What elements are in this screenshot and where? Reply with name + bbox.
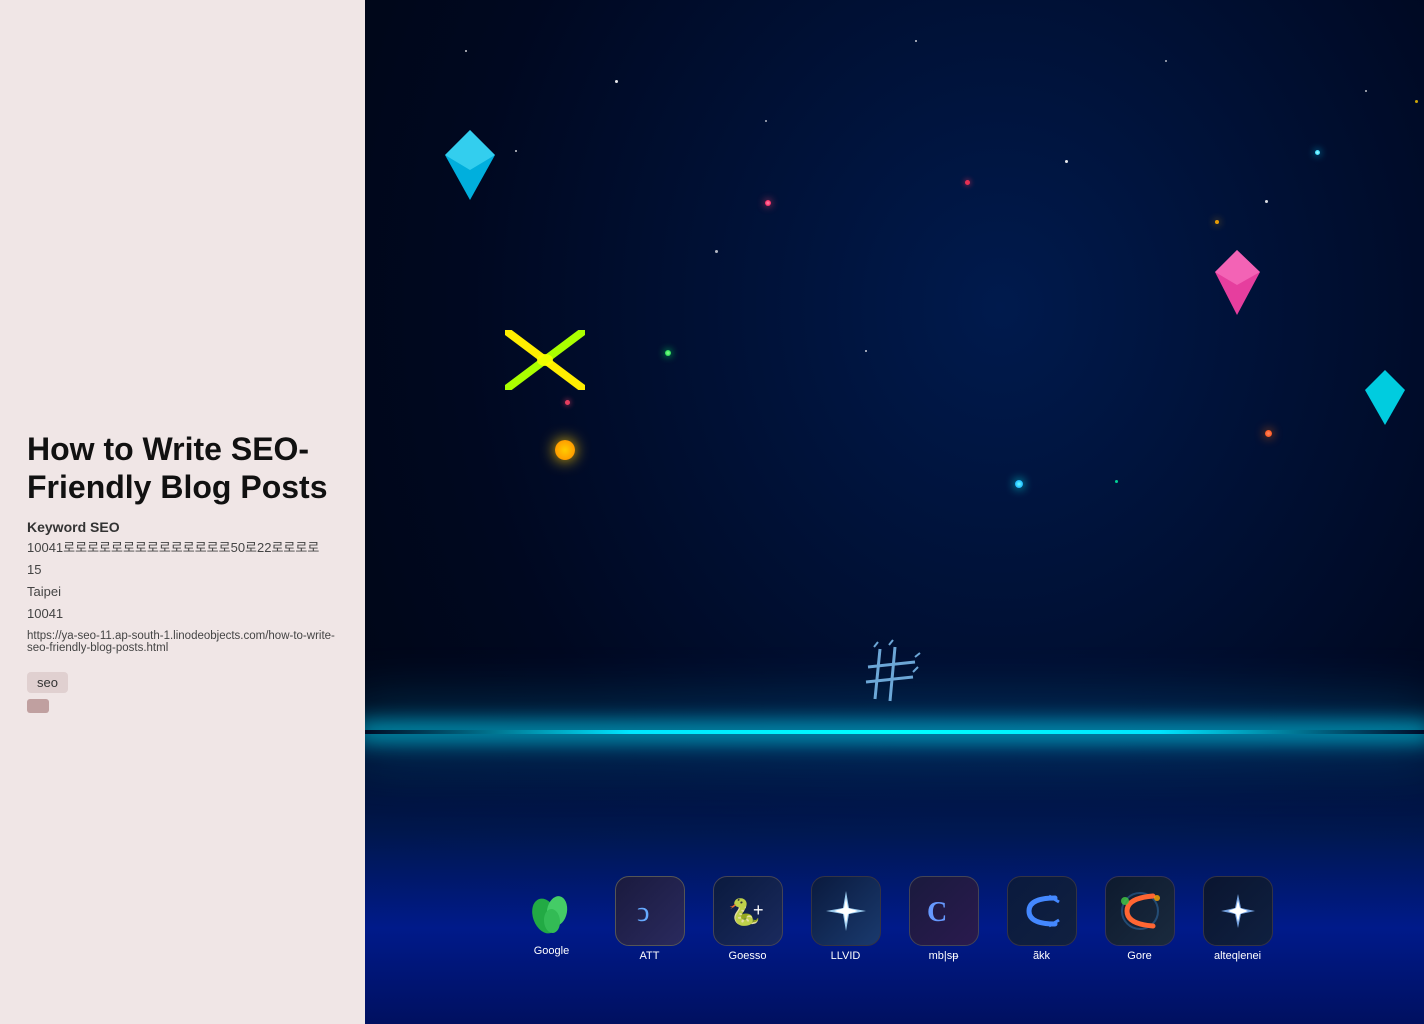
- alteq-label: alteqlenei: [1214, 950, 1261, 962]
- center-symbol: [860, 639, 930, 714]
- star: [465, 50, 467, 52]
- star-red2: [965, 180, 970, 185]
- orb-orange: [555, 440, 575, 460]
- star-red: [565, 400, 570, 405]
- app-icon-goesso[interactable]: 🐍 + Goesso: [703, 874, 793, 964]
- star: [515, 150, 517, 152]
- app-icon-mb[interactable]: C mb|sᵽ: [899, 874, 989, 964]
- orb-green: [665, 350, 671, 356]
- google-label: Google: [534, 945, 569, 957]
- akk-label: ãkk: [1033, 950, 1050, 962]
- url-value: https://ya-seo-11.ap-south-1.linodeobjec…: [27, 630, 338, 654]
- orb-cyan: [1015, 480, 1023, 488]
- gore-label: Gore: [1127, 950, 1151, 962]
- keyword-label: Keyword SEO: [27, 519, 338, 535]
- postal-value: 10041: [27, 605, 338, 623]
- app-dock: Google ↄ ATT 🐍 + Goesso: [507, 874, 1283, 964]
- mb-icon-img: C: [909, 876, 979, 946]
- horizon-line: [365, 730, 1424, 734]
- app-icon-gore[interactable]: Gore: [1095, 874, 1185, 964]
- star: [915, 40, 917, 42]
- llvid-icon-img: [811, 876, 881, 946]
- crystal-pink: [1215, 250, 1260, 315]
- app-icon-llvid[interactable]: LLVID: [801, 874, 891, 964]
- star-orange: [1215, 220, 1219, 224]
- page-title: How to Write SEO-Friendly Blog Posts: [27, 430, 338, 507]
- city-value: Taipei: [27, 583, 338, 601]
- google-icon-img: [522, 881, 582, 941]
- tag-seo[interactable]: seo: [27, 672, 68, 693]
- svg-text:C: C: [927, 897, 947, 928]
- orb-orange2: [1265, 430, 1272, 437]
- llvid-label: LLVID: [831, 950, 861, 962]
- crystal-cyan2: [1365, 370, 1405, 425]
- star: [765, 120, 767, 122]
- star: [1265, 200, 1268, 203]
- gore-icon-img: [1105, 876, 1175, 946]
- tag-icon: [27, 699, 49, 713]
- goesso-label: Goesso: [729, 950, 767, 962]
- star: [715, 250, 718, 253]
- right-panel: Google ↄ ATT 🐍 + Goesso: [365, 0, 1424, 1024]
- app-icon-att[interactable]: ↄ ATT: [605, 874, 695, 964]
- star: [1165, 60, 1167, 62]
- goesso-icon-img: 🐍 +: [713, 876, 783, 946]
- app-icon-akk[interactable]: ãkk: [997, 874, 1087, 964]
- star-yellow: [1415, 100, 1418, 103]
- number-value: 15: [27, 561, 338, 579]
- star-green: [1115, 480, 1118, 483]
- app-icon-alteqlenei[interactable]: alteqlenei: [1193, 874, 1283, 964]
- star: [615, 80, 618, 83]
- tags-area: seo: [27, 672, 338, 713]
- address-line: 10041로로로로로로로로로로로로로로50로22로로로로: [27, 539, 338, 557]
- mb-label: mb|sᵽ: [929, 950, 959, 962]
- svg-text:+: +: [753, 900, 764, 920]
- bottom-glow: [365, 704, 1424, 1024]
- star: [865, 350, 867, 352]
- alteq-icon-img: [1203, 876, 1273, 946]
- left-panel: How to Write SEO-Friendly Blog Posts Key…: [0, 0, 365, 1024]
- app-icon-google[interactable]: Google: [507, 874, 597, 964]
- orb-pink: [765, 200, 771, 206]
- att-label: ATT: [640, 950, 660, 962]
- akk-icon-img: [1007, 876, 1077, 946]
- crystal-cyan: [445, 130, 495, 200]
- crystal-cross: [505, 330, 585, 390]
- orb-cyan2: [1315, 150, 1320, 155]
- att-icon-img: ↄ: [615, 876, 685, 946]
- star: [1065, 160, 1068, 163]
- svg-text:ↄ: ↄ: [637, 897, 649, 928]
- star: [1365, 90, 1367, 92]
